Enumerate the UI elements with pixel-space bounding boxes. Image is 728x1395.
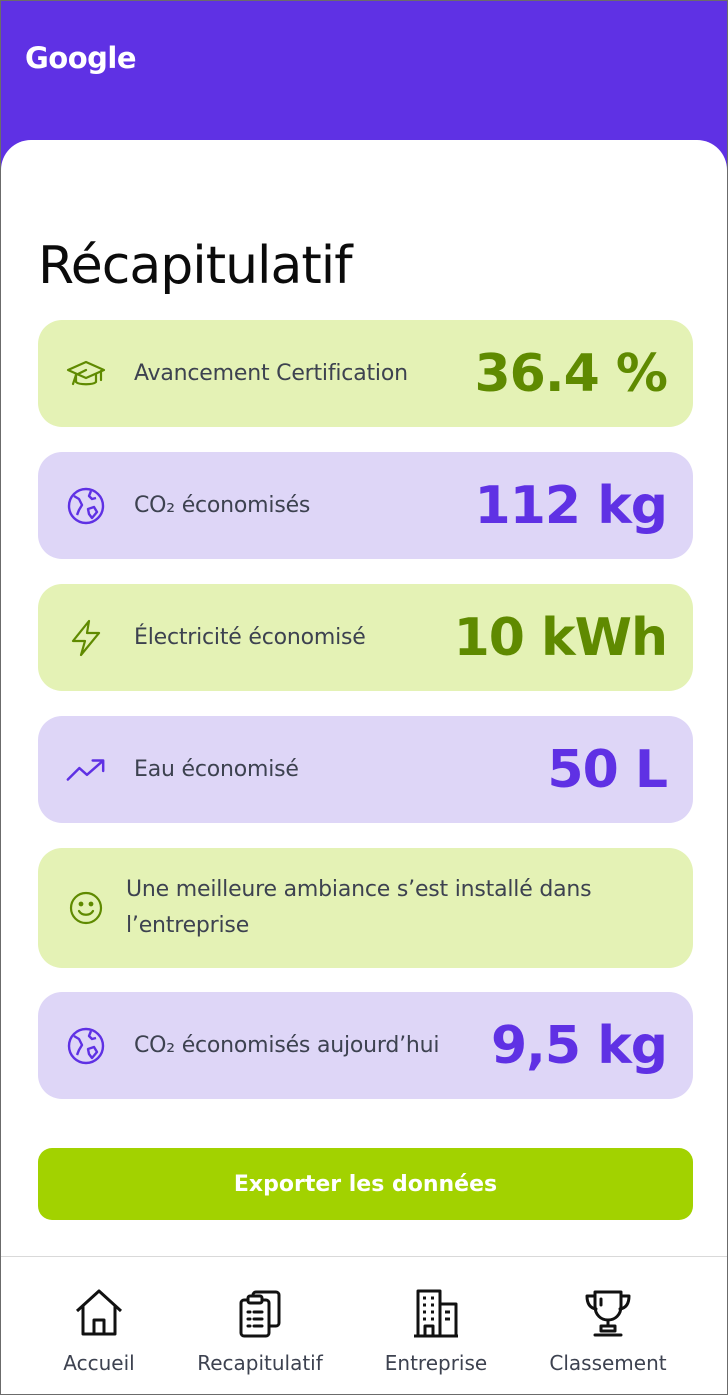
bottom-navigation: Accueil Recapitulatif Entreprise Classem…	[1, 1256, 727, 1394]
stat-label: CO₂ économisés	[134, 493, 311, 518]
stat-label: Eau économisé	[134, 757, 299, 782]
stat-label: Une meilleure ambiance s’est installé da…	[126, 877, 592, 938]
content-sheet: Récapitulatif Avancement Certification 3…	[1, 140, 727, 1256]
stat-value: 50 L	[547, 739, 668, 800]
nav-label: Classement	[549, 1351, 667, 1375]
globe-icon	[65, 1025, 107, 1067]
stat-label: Avancement Certification	[134, 361, 408, 386]
nav-item-recapitulatif[interactable]: Recapitulatif	[191, 1257, 329, 1394]
stat-card-water[interactable]: Eau économisé 50 L	[38, 716, 693, 823]
globe-icon	[65, 485, 107, 527]
stat-card-certification[interactable]: Avancement Certification 36.4 %	[38, 320, 693, 427]
clipboard-icon	[232, 1285, 288, 1341]
graduation-cap-icon	[65, 353, 107, 395]
nav-label: Accueil	[63, 1351, 135, 1375]
stat-label: CO₂ économisés aujourd’hui	[134, 1033, 440, 1058]
stat-label: Électricité économisé	[134, 625, 366, 650]
stat-card-co2-today[interactable]: CO₂ économisés aujourd’hui 9,5 kg	[38, 992, 693, 1099]
stat-value: 36.4 %	[474, 343, 668, 404]
nav-item-classement[interactable]: Classement	[541, 1257, 675, 1394]
nav-item-accueil[interactable]: Accueil	[56, 1257, 142, 1394]
app-screen: Google Récapitulatif Avancement Certific…	[0, 0, 728, 1395]
trending-up-icon	[65, 749, 107, 791]
trophy-icon	[580, 1285, 636, 1341]
page-title: Récapitulatif	[38, 236, 352, 296]
stat-value: 10 kWh	[453, 607, 668, 668]
nav-label: Entreprise	[384, 1351, 488, 1375]
stat-value: 112 kg	[474, 475, 668, 536]
nav-item-entreprise[interactable]: Entreprise	[381, 1257, 491, 1394]
lightning-icon	[65, 617, 107, 659]
nav-label: Recapitulatif	[197, 1351, 323, 1375]
stat-card-co2[interactable]: CO₂ économisés 112 kg	[38, 452, 693, 559]
building-icon	[408, 1285, 464, 1341]
brand-logo: Google	[25, 41, 137, 75]
home-icon	[71, 1285, 127, 1341]
stat-card-ambiance[interactable]: Une meilleure ambiance s’est installé da…	[38, 848, 693, 968]
top-app-bar: Google	[1, 1, 727, 161]
stat-value: 9,5 kg	[490, 1015, 668, 1076]
export-data-button[interactable]: Exporter les données	[38, 1148, 693, 1220]
stat-card-electricity[interactable]: Électricité économisé 10 kWh	[38, 584, 693, 691]
smiley-icon	[65, 887, 107, 929]
